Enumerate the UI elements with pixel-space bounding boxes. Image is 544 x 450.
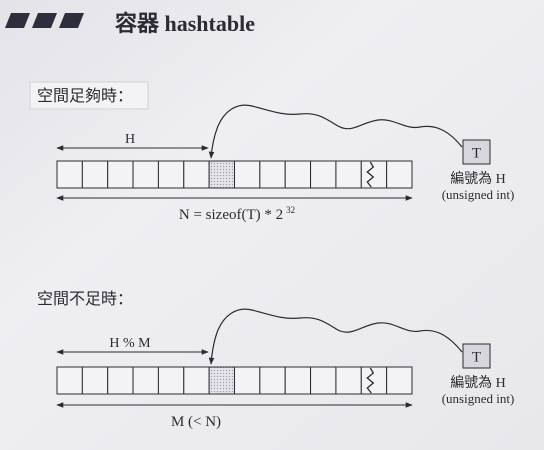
element-caption: 編號為 H (450, 375, 506, 391)
size-label: M (< N) (171, 414, 221, 430)
array-cell (259, 366, 286, 395)
array-cell (284, 160, 312, 189)
array-cell (157, 160, 185, 189)
hash-array (56, 366, 413, 395)
section-label: 空間足夠時： (37, 87, 133, 105)
array-cell (132, 366, 159, 395)
array-cell (259, 160, 286, 189)
array-cell (234, 366, 261, 395)
offset-label: H % M (109, 336, 151, 351)
element-type: (unsigned int) (442, 391, 515, 406)
array-cell (310, 160, 337, 189)
slide-canvas: 容器 hashtable 空間足夠時： H N = sizeof(T) * 23… (0, 0, 544, 450)
hashed-slot-cell (208, 366, 235, 395)
element-type: (unsigned int) (442, 187, 515, 202)
array-cell (81, 160, 109, 189)
array-cell (183, 366, 210, 395)
array-cell (360, 366, 388, 395)
array-cell (335, 366, 362, 395)
array-cell (335, 160, 362, 189)
hashed-slot-cell (208, 160, 235, 189)
array-cell (386, 160, 413, 189)
offset-label: H (125, 132, 135, 147)
array-cell (386, 366, 413, 395)
hash-array (56, 160, 413, 189)
element-caption: 編號為 H (450, 171, 506, 187)
array-cell (310, 366, 337, 395)
array-cell (132, 160, 159, 189)
slide-title: 容器 hashtable (115, 11, 255, 36)
array-cell (81, 366, 109, 395)
array-cell (360, 160, 388, 189)
size-label: N = sizeof(T) * 2 32 (179, 205, 295, 223)
array-cell (56, 160, 83, 189)
element-label: T (472, 350, 481, 366)
slanted-bars-icon (5, 13, 84, 28)
size-label-exponent: 32 (286, 205, 295, 215)
array-cell (157, 366, 185, 395)
size-label-base: N = sizeof(T) * 2 (179, 207, 283, 223)
array-cell (284, 366, 312, 395)
section-label: 空間不足時： (37, 290, 133, 308)
element-label: T (472, 146, 481, 162)
array-cell (56, 366, 83, 395)
array-cell (234, 160, 261, 189)
array-cell (183, 160, 210, 189)
array-cell (107, 366, 134, 395)
array-cell (107, 160, 134, 189)
